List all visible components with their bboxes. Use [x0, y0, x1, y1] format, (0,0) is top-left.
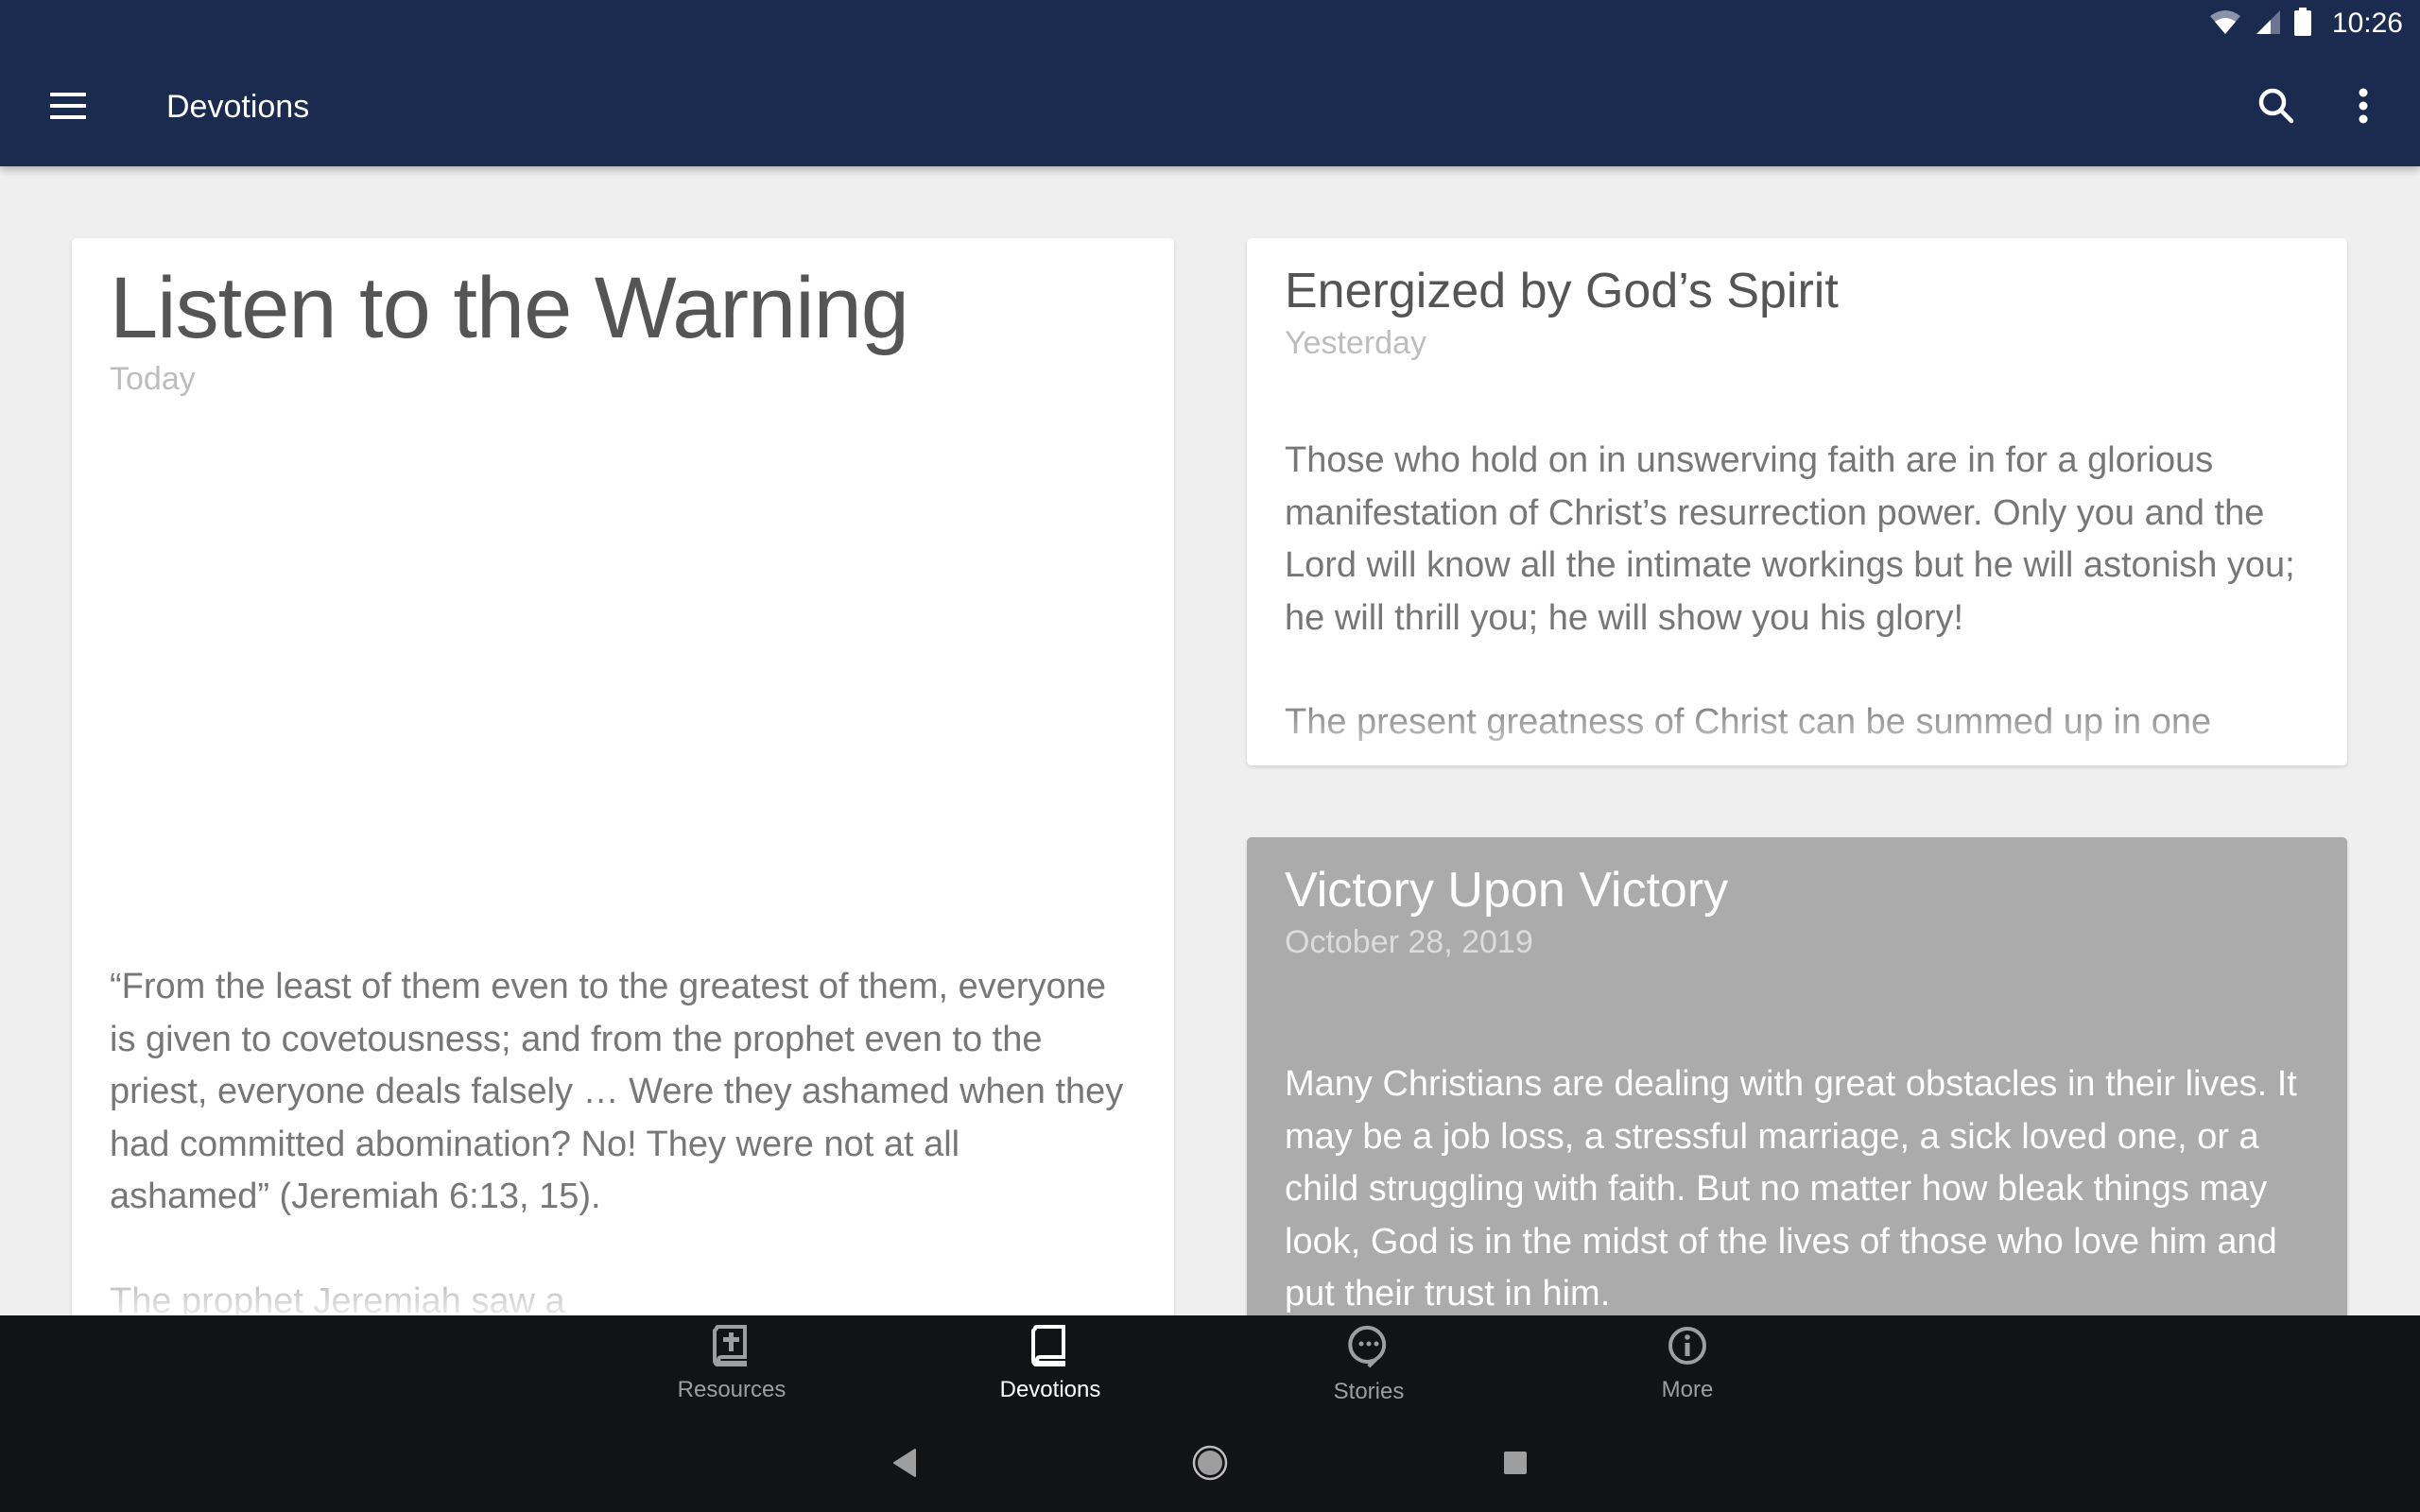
system-recents-button[interactable]: [1492, 1441, 1539, 1488]
excerpt-paragraph: Many Christians are dealing with great o…: [1285, 1064, 2297, 1314]
back-triangle-icon: [892, 1448, 917, 1482]
recents-square-icon: [1503, 1451, 1528, 1480]
devotion-title: Victory Upon Victory: [1285, 863, 1729, 918]
excerpt-paragraph: “From the least of them even to the grea…: [110, 967, 1124, 1216]
page-title: Devotions: [166, 89, 310, 125]
nav-item-stories[interactable]: Stories: [1274, 1325, 1463, 1419]
hamburger-menu-icon: [50, 92, 86, 124]
excerpt-paragraph: Those who hold on in unswerving faith ar…: [1285, 440, 2295, 638]
nav-item-resources[interactable]: Resources: [637, 1325, 826, 1419]
devotion-title: Energized by God’s Spirit: [1285, 264, 1839, 318]
battery-icon: [2293, 7, 2311, 41]
bible-icon: [713, 1325, 751, 1371]
cell-signal-icon: [2255, 9, 2281, 40]
nav-item-more[interactable]: More: [1593, 1325, 1782, 1419]
devotion-date: October 28, 2019: [1285, 924, 1533, 960]
nav-label: More: [1661, 1377, 1714, 1402]
home-circle-icon: [1191, 1444, 1229, 1486]
wifi-icon: [2209, 9, 2241, 40]
chat-bubble-icon: [1348, 1325, 1390, 1373]
devotion-date: Today: [110, 361, 196, 397]
excerpt-fade: [1247, 699, 2347, 765]
devotion-card[interactable]: Listen to the Warning Today “From the le…: [72, 238, 1174, 1372]
info-icon: [1667, 1325, 1708, 1371]
system-home-button[interactable]: [1186, 1441, 1234, 1488]
devotion-title: Listen to the Warning: [110, 260, 909, 356]
menu-button[interactable]: [42, 81, 95, 134]
status-time: 10:26: [2331, 8, 2403, 39]
excerpt-fade: [72, 1230, 1174, 1315]
devotion-date: Yesterday: [1285, 325, 1426, 361]
search-icon: [2257, 87, 2295, 129]
book-icon: [1031, 1325, 1069, 1371]
more-options-button[interactable]: [2337, 81, 2390, 134]
nav-label: Stories: [1333, 1379, 1405, 1404]
nav-label: Resources: [677, 1377, 786, 1402]
nav-label: Devotions: [999, 1377, 1101, 1402]
devotion-card[interactable]: Energized by God’s Spirit Yesterday Thos…: [1247, 238, 2347, 765]
nav-item-devotions[interactable]: Devotions: [956, 1325, 1145, 1419]
app-bar: 10:26 Devotions: [0, 0, 2420, 166]
search-button[interactable]: [2250, 81, 2303, 134]
system-back-button[interactable]: [881, 1441, 928, 1488]
status-bar: 10:26: [2209, 0, 2420, 47]
more-vert-icon: [2358, 87, 2369, 129]
